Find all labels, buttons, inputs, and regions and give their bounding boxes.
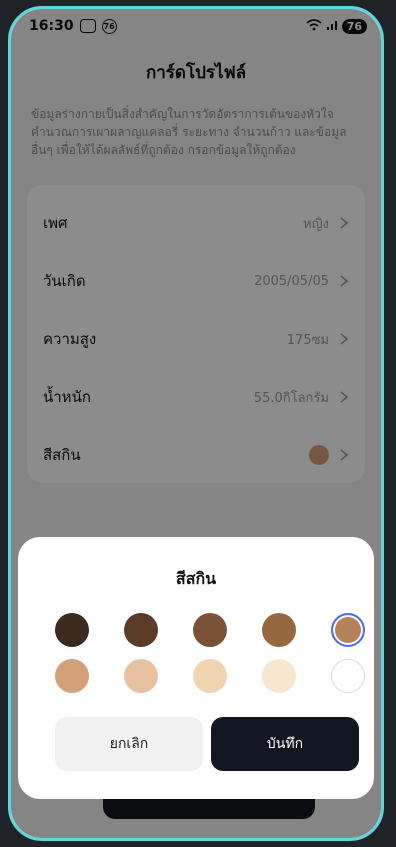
skin-swatch[interactable]	[193, 659, 227, 693]
skin-swatch[interactable]	[262, 659, 296, 693]
skin-swatch[interactable]	[124, 613, 158, 647]
phone-frame: 16:30 76 76 การ์ดโปรไฟล์ ข้อมูลร่างกายเป…	[8, 6, 384, 841]
sheet-title: สีสกิน	[175, 569, 217, 588]
profile-screen: 16:30 76 76 การ์ดโปรไฟล์ ข้อมูลร่างกายเป…	[11, 9, 381, 838]
skin-swatch[interactable]	[55, 659, 89, 693]
save-button[interactable]: บันทึก	[211, 717, 359, 771]
skin-swatch[interactable]	[193, 613, 227, 647]
skin-swatch[interactable]	[55, 613, 89, 647]
skin-swatch[interactable]	[331, 613, 365, 647]
skin-swatch[interactable]	[124, 659, 158, 693]
skin-color-sheet: สีสกิน ยกเลิก บันทึก	[18, 537, 374, 799]
skin-swatch[interactable]	[331, 659, 365, 693]
cancel-button[interactable]: ยกเลิก	[55, 717, 203, 771]
skin-swatch[interactable]	[262, 613, 296, 647]
